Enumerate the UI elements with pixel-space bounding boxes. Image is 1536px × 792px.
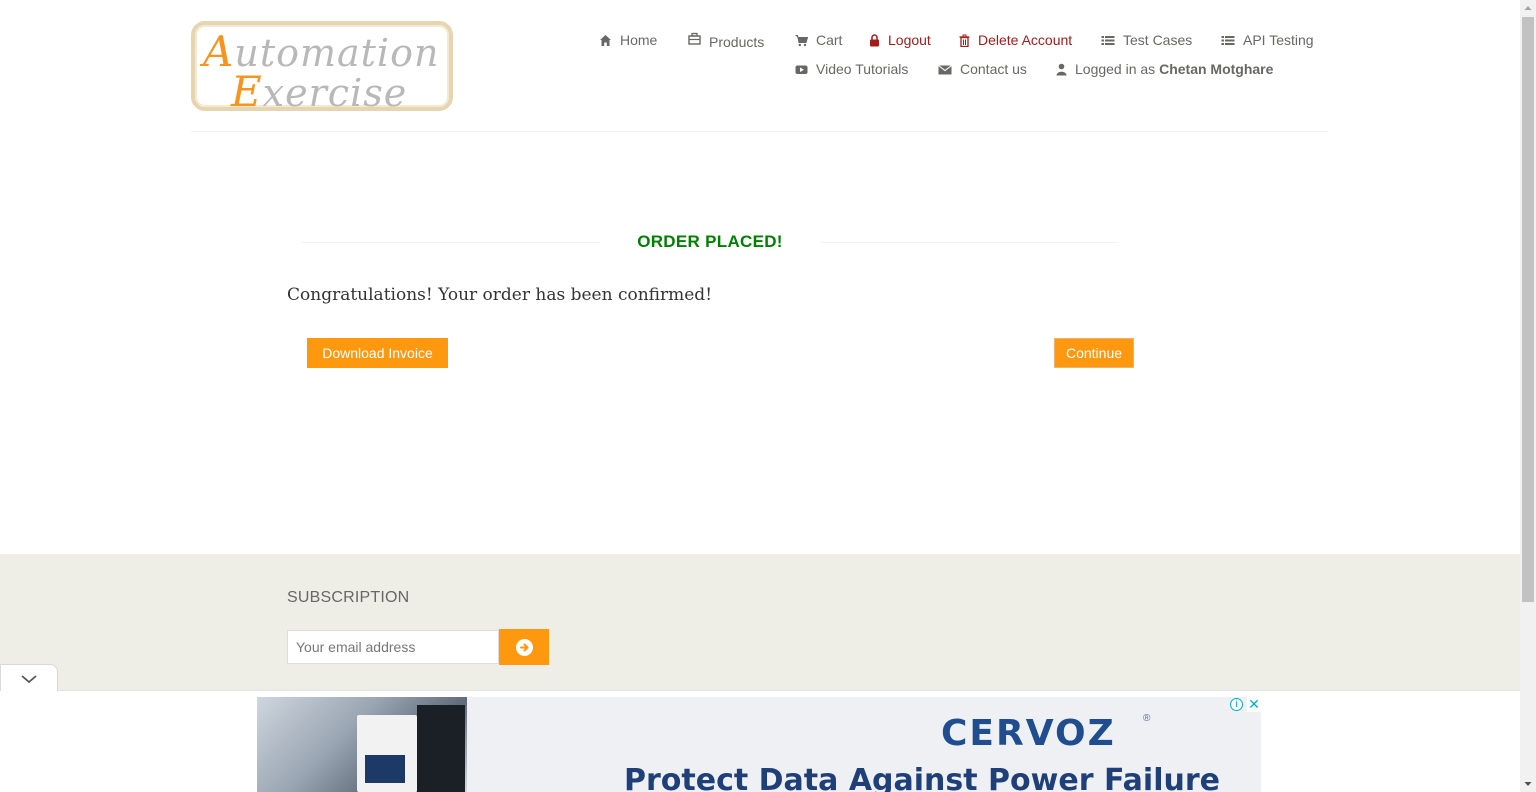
lock-icon (869, 33, 880, 47)
scrollbar-thumb[interactable] (1522, 17, 1534, 602)
subscription-email-input[interactable] (287, 630, 499, 664)
scroll-up-arrow-icon[interactable] (1520, 0, 1536, 16)
nav-cart-label: Cart (816, 32, 843, 48)
nav-test-cases-label: Test Cases (1123, 32, 1193, 48)
site-logo[interactable]: Automation Exercise (191, 21, 453, 116)
chevron-down-icon (21, 675, 37, 684)
ad-banner[interactable]: CERVOZ ® Protect Data Against Power Fail… (257, 697, 1261, 792)
subscription-title: SUBSCRIPTION (287, 589, 410, 606)
youtube-play-icon (795, 63, 808, 76)
ad-info-icon[interactable]: i (1230, 698, 1243, 711)
list-icon (1221, 34, 1235, 47)
subscribe-button[interactable] (499, 629, 549, 665)
home-icon (599, 34, 612, 47)
page: Automation Exercise Home Products Cart L… (0, 0, 1536, 792)
nav-products-label: Products (709, 34, 765, 50)
ad-brand-logo: CERVOZ (941, 713, 1116, 754)
logged-in-prefix: Logged in as (1075, 61, 1156, 77)
ad-headline: Protect Data Against Power Failure (624, 763, 1220, 792)
nav-api-testing[interactable]: API Testing (1221, 31, 1314, 49)
continue-button[interactable]: Continue (1054, 338, 1134, 368)
nav-products[interactable]: Products (688, 31, 765, 50)
nav-home[interactable]: Home (599, 31, 657, 49)
ad-collapse-toggle[interactable] (0, 664, 58, 691)
products-icon (688, 32, 701, 45)
logged-in-username: Chetan Motghare (1159, 61, 1274, 77)
arrow-circle-right-icon (515, 638, 533, 656)
order-confirmation-message: Congratulations! Your order has been con… (287, 285, 713, 305)
nav-delete-account[interactable]: Delete Account (959, 31, 1072, 49)
ad-close-icon[interactable]: ✕ (1247, 696, 1261, 712)
nav-contact-us[interactable]: Contact us (938, 60, 1027, 78)
nav-delete-account-label: Delete Account (978, 32, 1073, 48)
ad-product-image (257, 697, 467, 792)
order-placed-title: ORDER PLACED! (637, 232, 783, 251)
trash-icon (959, 34, 970, 47)
nav-logout[interactable]: Logout (869, 31, 931, 49)
scroll-down-arrow-icon[interactable] (1520, 776, 1536, 792)
cart-icon (795, 34, 808, 47)
nav-contact-us-label: Contact us (960, 61, 1027, 77)
nav-api-testing-label: API Testing (1243, 32, 1314, 48)
title-rule-right (820, 242, 1119, 243)
nav-cart[interactable]: Cart (795, 31, 842, 49)
nav-home-label: Home (620, 32, 658, 48)
title-rule-left (301, 242, 600, 243)
registered-mark-icon: ® (1143, 713, 1151, 724)
list-icon (1101, 34, 1115, 47)
nav-test-cases[interactable]: Test Cases (1101, 31, 1192, 49)
user-icon (1056, 63, 1067, 76)
header-divider (191, 131, 1328, 132)
nav-logged-in: Logged in as Chetan Motghare (1056, 60, 1273, 78)
nav-video-tutorials[interactable]: Video Tutorials (795, 60, 908, 78)
nav-video-tutorials-label: Video Tutorials (816, 61, 909, 77)
vertical-scrollbar[interactable] (1520, 0, 1536, 792)
nav-logout-label: Logout (888, 32, 931, 48)
envelope-icon (938, 63, 952, 76)
download-invoice-button[interactable]: Download Invoice (307, 338, 448, 368)
logo-line-2: Exercise (231, 67, 408, 116)
